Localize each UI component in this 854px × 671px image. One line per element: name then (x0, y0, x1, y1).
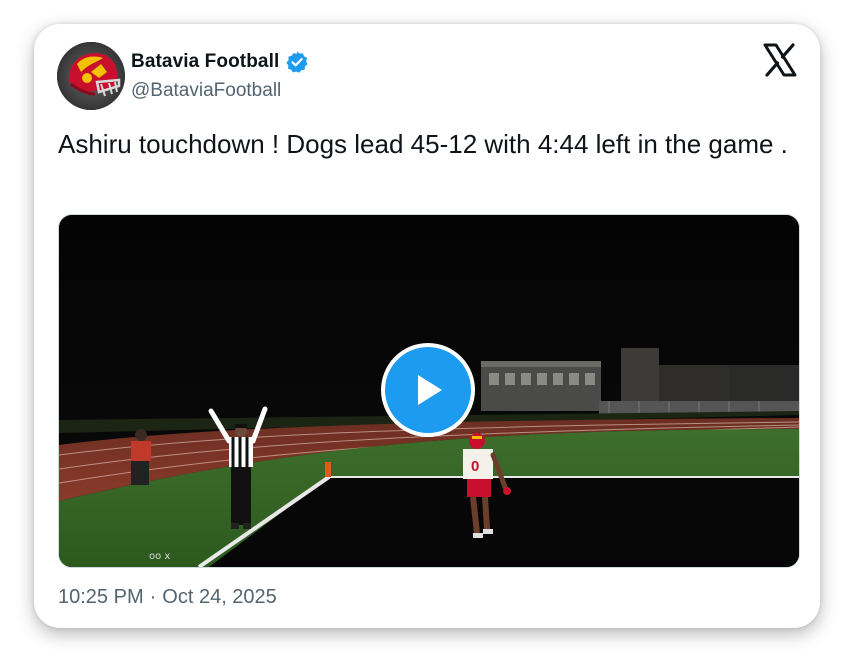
tweet-time: 10:25 PM (58, 586, 144, 608)
avatar[interactable] (57, 42, 125, 110)
tweet-card: Batavia Football @BataviaFootball Ashiru… (34, 24, 820, 628)
video-player[interactable]: 0 oo x (58, 214, 800, 568)
screenshot-stage: Batavia Football @BataviaFootball Ashiru… (0, 0, 854, 671)
display-name[interactable]: Batavia Football (131, 51, 279, 73)
tweet-date: Oct 24, 2025 (162, 586, 277, 608)
verified-badge-icon (285, 50, 309, 74)
play-icon (418, 375, 442, 405)
tweet-timestamp[interactable]: 10:25 PM · Oct 24, 2025 (58, 586, 277, 609)
author-name-row: Batavia Football (131, 50, 309, 74)
play-button[interactable] (381, 343, 475, 437)
tweet-text: Ashiru touchdown ! Dogs lead 45-12 with … (58, 129, 788, 159)
svg-text:0: 0 (471, 458, 479, 475)
football-helmet-icon (57, 42, 125, 110)
timestamp-separator: · (149, 586, 157, 608)
svg-text:oo x: oo x (149, 551, 170, 562)
author-handle[interactable]: @BataviaFootball (131, 80, 281, 102)
x-logo-icon[interactable] (762, 42, 798, 78)
